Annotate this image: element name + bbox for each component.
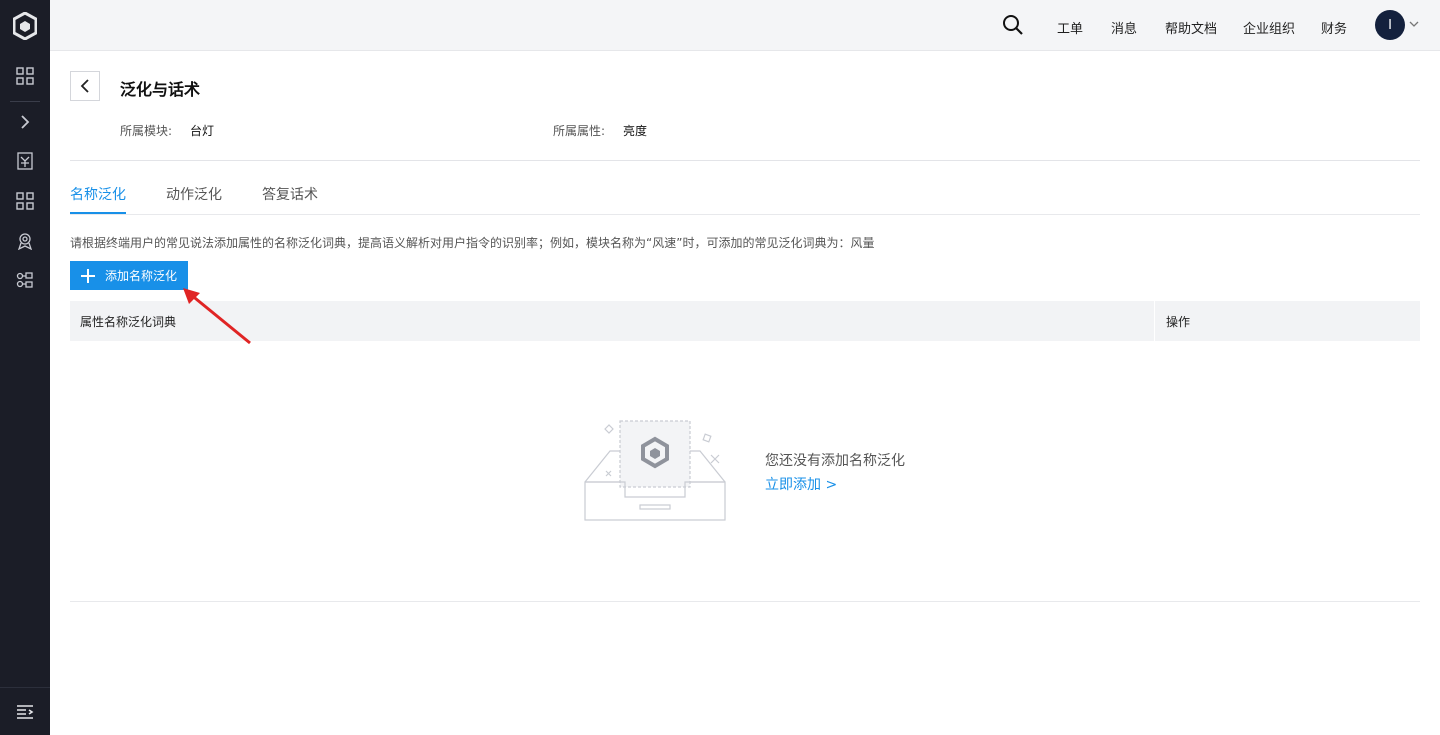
search-icon[interactable] xyxy=(1002,14,1024,36)
table-bottom-divider xyxy=(70,601,1420,602)
property-label: 所属属性: xyxy=(553,124,606,138)
add-name-generalization-button[interactable]: 添加名称泛化 xyxy=(70,261,188,290)
tabs-divider xyxy=(70,214,1420,215)
sidebar-divider xyxy=(10,101,40,102)
header-link-messages[interactable]: 消息 xyxy=(1111,18,1137,37)
logo-icon[interactable] xyxy=(13,12,37,40)
avatar[interactable]: I xyxy=(1375,10,1405,40)
grid-icon[interactable] xyxy=(13,64,37,88)
chevron-right-icon[interactable] xyxy=(13,110,37,134)
add-now-link[interactable]: 立即添加 > xyxy=(765,474,837,494)
tab-action-generalization[interactable]: 动作泛化 xyxy=(166,184,222,204)
header-link-finance[interactable]: 财务 xyxy=(1321,18,1347,37)
empty-state-message: 您还没有添加名称泛化 xyxy=(765,453,905,469)
tab-reply-script[interactable]: 答复话术 xyxy=(262,184,318,204)
column-header-dictionary: 属性名称泛化词典 xyxy=(80,315,177,329)
chevron-down-icon[interactable] xyxy=(1409,19,1419,29)
hint-text: 请根据终端用户的常见说法添加属性的名称泛化词典，提高语义解析对用户指令的识别率；… xyxy=(70,236,875,250)
page-title: 泛化与话术 xyxy=(120,80,201,99)
property-value: 亮度 xyxy=(623,124,648,138)
header-link-tickets[interactable]: 工单 xyxy=(1057,18,1083,37)
module-value: 台灯 xyxy=(190,124,215,138)
header-link-docs[interactable]: 帮助文档 xyxy=(1165,18,1217,37)
apps-icon[interactable] xyxy=(13,189,37,213)
top-header: 工单 消息 帮助文档 企业组织 财务 I xyxy=(50,0,1440,51)
sidebar xyxy=(0,0,50,735)
collapse-menu-icon[interactable] xyxy=(0,687,50,735)
document-icon[interactable] xyxy=(13,149,37,173)
column-header-actions: 操作 xyxy=(1166,315,1191,329)
badge-icon[interactable] xyxy=(13,229,37,253)
divider xyxy=(70,160,1420,161)
column-separator xyxy=(1154,301,1155,341)
empty-inbox-illustration xyxy=(584,420,726,521)
plus-icon xyxy=(81,268,95,283)
table-header: 属性名称泛化词典 操作 xyxy=(70,301,1420,341)
module-label: 所属模块: xyxy=(120,124,173,138)
header-link-organization[interactable]: 企业组织 xyxy=(1243,18,1295,37)
add-button-label: 添加名称泛化 xyxy=(105,269,178,283)
back-button[interactable] xyxy=(70,71,100,101)
flow-icon[interactable] xyxy=(13,268,37,292)
chevron-left-icon xyxy=(80,79,89,93)
tab-name-generalization[interactable]: 名称泛化 xyxy=(70,184,126,204)
